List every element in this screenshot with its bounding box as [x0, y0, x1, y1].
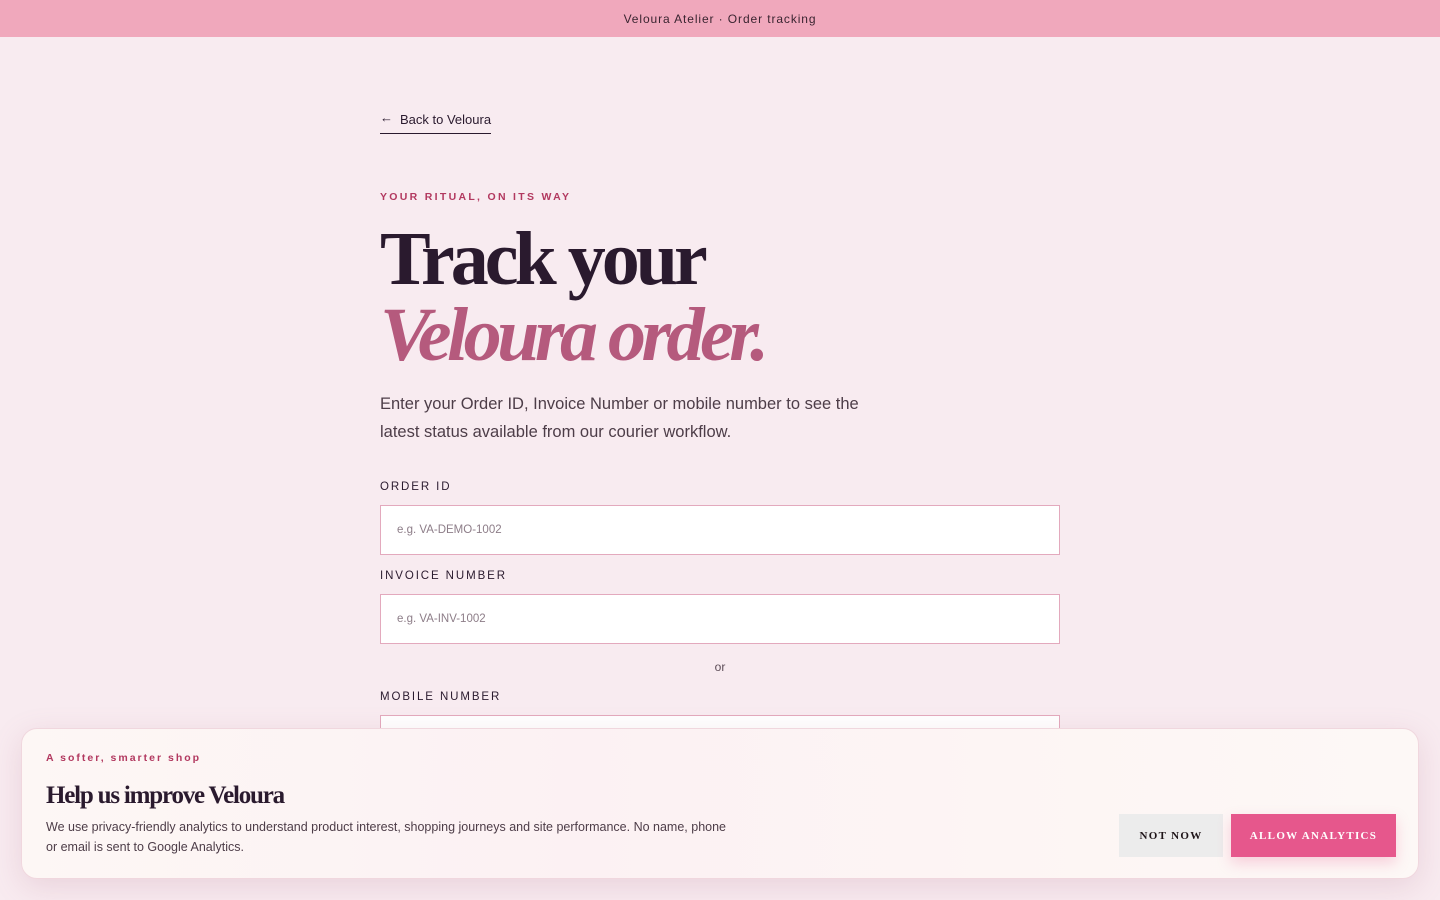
- allow-analytics-button[interactable]: ALLOW ANALYTICS: [1231, 814, 1396, 857]
- mobile-number-label: MOBILE NUMBER: [380, 691, 502, 703]
- consent-kicker: A softer, smarter shop: [46, 752, 202, 764]
- page-title-line2: Veloura order.: [380, 293, 769, 377]
- invoice-number-label: INVOICE NUMBER: [380, 570, 507, 582]
- invoice-number-input[interactable]: [380, 594, 1060, 644]
- top-banner-title: Veloura Atelier · Order tracking: [623, 11, 817, 26]
- page-title-line1: Track your: [380, 217, 708, 301]
- analytics-consent-banner: A softer, smarter shop Help us improve V…: [21, 728, 1419, 879]
- order-id-input[interactable]: [380, 505, 1060, 555]
- eyebrow-text: YOUR RITUAL, ON ITS WAY: [380, 191, 572, 203]
- order-id-label: ORDER ID: [380, 481, 452, 493]
- or-separator: or: [714, 660, 726, 674]
- consent-body: We use privacy-friendly analytics to und…: [46, 820, 727, 854]
- arrow-left-icon: ←: [380, 109, 393, 125]
- back-link-label: Back to Veloura: [400, 112, 492, 127]
- consent-title: Help us improve Veloura: [46, 782, 285, 809]
- top-banner: Veloura Atelier · Order tracking: [0, 0, 1440, 37]
- page-title: Track your Veloura order.: [380, 217, 769, 377]
- back-to-veloura-link[interactable]: ← Back to Veloura: [380, 109, 492, 134]
- not-now-button[interactable]: NOT NOW: [1119, 814, 1223, 857]
- intro-text: Enter your Order ID, Invoice Number or m…: [380, 395, 859, 441]
